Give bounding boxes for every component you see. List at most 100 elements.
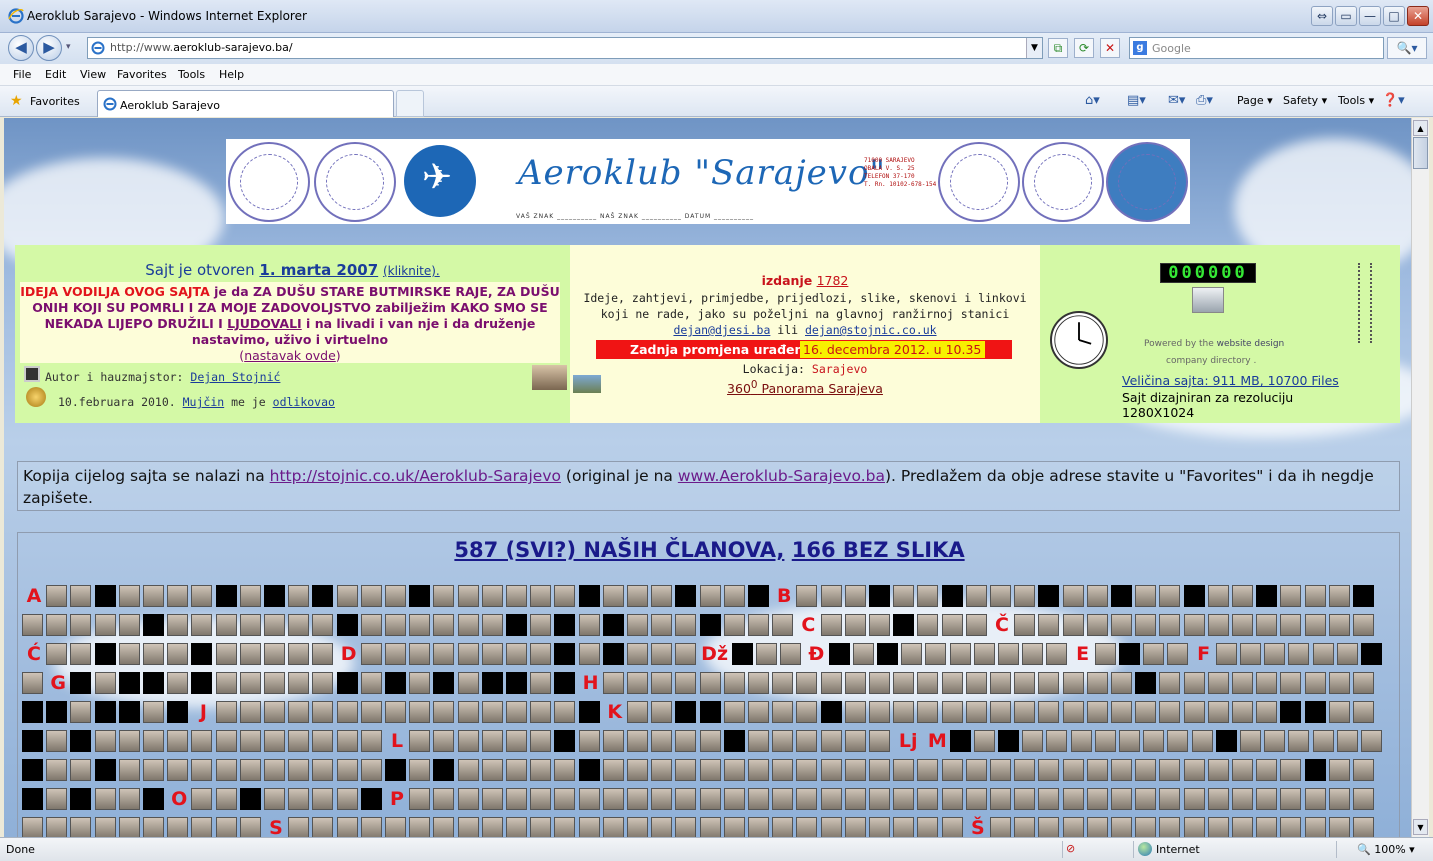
member-photo[interactable] bbox=[578, 643, 600, 665]
member-no-photo[interactable] bbox=[22, 701, 43, 723]
member-photo[interactable] bbox=[602, 788, 624, 810]
vertical-scrollbar[interactable]: ▲ ▼ bbox=[1411, 118, 1429, 837]
member-photo[interactable] bbox=[1207, 614, 1229, 636]
member-photo[interactable] bbox=[264, 788, 285, 810]
member-photo[interactable] bbox=[901, 643, 923, 665]
member-photo[interactable] bbox=[1353, 759, 1374, 781]
member-no-photo[interactable] bbox=[1361, 643, 1382, 665]
member-photo[interactable] bbox=[191, 817, 213, 837]
member-photo[interactable] bbox=[1304, 817, 1326, 837]
member-no-photo[interactable] bbox=[1256, 585, 1278, 607]
member-photo[interactable] bbox=[481, 701, 503, 723]
member-photo[interactable] bbox=[772, 672, 794, 694]
member-no-photo[interactable] bbox=[578, 701, 600, 723]
member-photo[interactable] bbox=[796, 585, 818, 607]
stop-icon[interactable]: ✕ bbox=[1100, 38, 1120, 58]
member-photo[interactable] bbox=[1207, 788, 1229, 810]
member-no-photo[interactable] bbox=[118, 701, 140, 723]
member-no-photo[interactable] bbox=[554, 643, 576, 665]
member-photo[interactable] bbox=[70, 643, 92, 665]
member-photo[interactable] bbox=[941, 672, 963, 694]
member-no-photo[interactable] bbox=[893, 614, 915, 636]
print-icon[interactable]: ⎙▾ bbox=[1196, 93, 1213, 108]
member-no-photo[interactable] bbox=[312, 585, 334, 607]
member-photo[interactable] bbox=[844, 672, 866, 694]
member-photo[interactable] bbox=[70, 817, 92, 837]
member-photo[interactable] bbox=[530, 643, 552, 665]
member-photo[interactable] bbox=[433, 585, 455, 607]
member-photo[interactable] bbox=[506, 730, 527, 752]
member-photo[interactable] bbox=[70, 759, 92, 781]
member-photo[interactable] bbox=[264, 643, 285, 665]
member-photo[interactable] bbox=[360, 614, 382, 636]
member-photo[interactable] bbox=[360, 817, 382, 837]
member-photo[interactable] bbox=[917, 788, 939, 810]
member-no-photo[interactable] bbox=[820, 701, 842, 723]
member-photo[interactable] bbox=[1135, 817, 1157, 837]
member-photo[interactable] bbox=[1062, 701, 1084, 723]
member-no-photo[interactable] bbox=[433, 759, 455, 781]
member-photo[interactable] bbox=[796, 817, 818, 837]
member-photo[interactable] bbox=[46, 643, 68, 665]
member-photo[interactable] bbox=[990, 672, 1011, 694]
member-photo[interactable] bbox=[748, 759, 769, 781]
member-photo[interactable] bbox=[1232, 614, 1253, 636]
member-photo[interactable] bbox=[796, 730, 818, 752]
member-photo[interactable] bbox=[1304, 672, 1326, 694]
member-photo[interactable] bbox=[844, 585, 866, 607]
member-photo[interactable] bbox=[457, 788, 479, 810]
member-photo[interactable] bbox=[409, 672, 431, 694]
email-stojnic-link[interactable]: dejan@stojnic.co.uk bbox=[805, 323, 937, 337]
member-photo[interactable] bbox=[1232, 701, 1253, 723]
member-photo[interactable] bbox=[336, 817, 358, 837]
member-photo[interactable] bbox=[820, 759, 842, 781]
member-photo[interactable] bbox=[1191, 730, 1213, 752]
member-photo[interactable] bbox=[22, 614, 43, 636]
member-photo[interactable] bbox=[336, 585, 358, 607]
member-photo[interactable] bbox=[336, 759, 358, 781]
member-no-photo[interactable] bbox=[602, 614, 624, 636]
member-photo[interactable] bbox=[1183, 672, 1205, 694]
member-photo[interactable] bbox=[990, 817, 1011, 837]
member-no-photo[interactable] bbox=[699, 701, 721, 723]
member-photo[interactable] bbox=[1353, 701, 1374, 723]
member-photo[interactable] bbox=[723, 614, 745, 636]
member-photo[interactable] bbox=[554, 701, 576, 723]
member-photo[interactable] bbox=[433, 817, 455, 837]
scroll-thumb[interactable] bbox=[1413, 137, 1428, 169]
member-photo[interactable] bbox=[409, 701, 431, 723]
member-photo[interactable] bbox=[1086, 759, 1108, 781]
history-dropdown-icon[interactable]: ▾ bbox=[66, 42, 71, 52]
member-no-photo[interactable] bbox=[1183, 585, 1205, 607]
member-photo[interactable] bbox=[1062, 672, 1084, 694]
member-photo[interactable] bbox=[312, 788, 334, 810]
member-photo[interactable] bbox=[191, 759, 213, 781]
member-photo[interactable] bbox=[530, 614, 552, 636]
member-photo[interactable] bbox=[1353, 672, 1374, 694]
member-photo[interactable] bbox=[1328, 701, 1350, 723]
member-photo[interactable] bbox=[385, 643, 406, 665]
member-photo[interactable] bbox=[675, 788, 697, 810]
member-photo[interactable] bbox=[46, 788, 68, 810]
member-photo[interactable] bbox=[1232, 759, 1253, 781]
member-photo[interactable] bbox=[748, 701, 769, 723]
member-photo[interactable] bbox=[118, 817, 140, 837]
member-photo[interactable] bbox=[1062, 817, 1084, 837]
member-photo[interactable] bbox=[627, 730, 648, 752]
member-photo[interactable] bbox=[288, 701, 310, 723]
address-dropdown-icon[interactable]: ▼ bbox=[1026, 38, 1042, 58]
member-photo[interactable] bbox=[167, 614, 189, 636]
member-photo[interactable] bbox=[1159, 701, 1181, 723]
member-photo[interactable] bbox=[627, 585, 648, 607]
member-photo[interactable] bbox=[288, 759, 310, 781]
member-no-photo[interactable] bbox=[699, 614, 721, 636]
member-photo[interactable] bbox=[1111, 788, 1132, 810]
member-photo[interactable] bbox=[602, 585, 624, 607]
member-no-photo[interactable] bbox=[143, 788, 164, 810]
member-photo[interactable] bbox=[796, 672, 818, 694]
member-photo[interactable] bbox=[772, 701, 794, 723]
member-photo[interactable] bbox=[457, 817, 479, 837]
member-photo[interactable] bbox=[748, 614, 769, 636]
member-photo[interactable] bbox=[1038, 614, 1060, 636]
menu-view[interactable]: View bbox=[80, 68, 106, 81]
